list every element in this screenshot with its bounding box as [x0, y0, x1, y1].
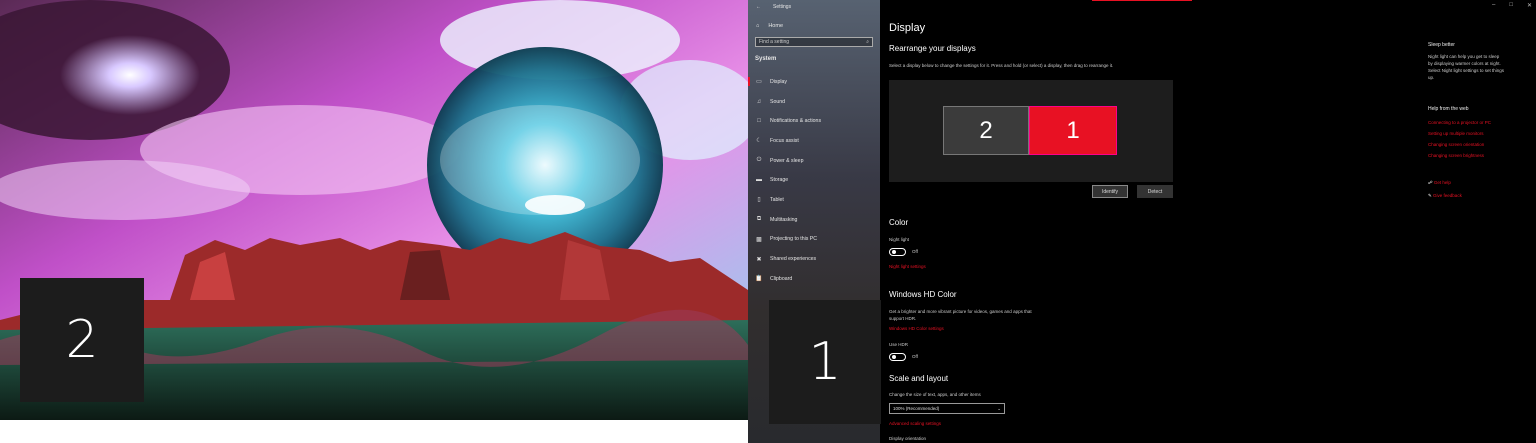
window-controls: – □ ✕: [1492, 2, 1532, 9]
hdr-state: Off: [912, 354, 918, 359]
hd-color-settings-link[interactable]: Windows HD Color settings: [889, 326, 944, 331]
help-link-multiple-monitors[interactable]: Setting up multiple monitors: [1428, 131, 1484, 136]
scale-description: Change the size of text, apps, and other…: [889, 392, 981, 397]
hd-color-description-1: Get a brighter and more vibrant picture …: [889, 309, 1032, 314]
scale-value: 100% (Recommended): [893, 406, 940, 411]
sleep-better-text-1: Night light can help you get to sleep: [1428, 54, 1500, 59]
back-arrow-icon[interactable]: ←: [756, 4, 761, 10]
sidebar-item-label: Multitasking: [770, 216, 798, 223]
monitor-tile-1[interactable]: 1: [1029, 106, 1117, 155]
identify-overlay-display-1: 1: [769, 300, 881, 424]
search-input[interactable]: Find a setting ⌕: [755, 37, 873, 47]
minimize-icon[interactable]: –: [1492, 2, 1495, 9]
sidebar-item-power-sleep[interactable]: ⏻ Power & sleep: [748, 151, 880, 171]
sidebar-item-focus-assist[interactable]: ☾ Focus assist: [748, 131, 880, 151]
maximize-icon[interactable]: □: [1509, 2, 1513, 9]
speaker-icon: ♫: [756, 98, 762, 105]
multitasking-icon: ⧉: [756, 216, 762, 223]
detect-button[interactable]: Detect: [1137, 185, 1173, 198]
sidebar-item-label: Projecting to this PC: [770, 236, 817, 243]
chevron-down-icon: ⌄: [997, 405, 1001, 411]
sidebar-item-multitasking[interactable]: ⧉ Multitasking: [748, 210, 880, 230]
sidebar-section-title: System: [755, 56, 777, 62]
identify-overlay-display-2: 2: [20, 278, 144, 402]
identify-button[interactable]: Identify: [1092, 185, 1128, 198]
shared-icon: ✖: [756, 256, 762, 263]
hd-color-description-2: support HDR.: [889, 316, 917, 321]
clipboard-icon: 📋: [755, 276, 763, 283]
sidebar-home[interactable]: ⌂ Home: [748, 14, 880, 29]
accent-line: [1092, 0, 1192, 1]
home-icon: ⌂: [756, 23, 760, 29]
monitor-icon: ▭: [756, 79, 762, 86]
advanced-scaling-link[interactable]: Advanced scaling settings: [889, 421, 941, 426]
sidebar-item-label: Power & sleep: [770, 157, 804, 164]
sidebar-item-label: Shared experiences: [770, 256, 817, 263]
power-icon: ⏻: [756, 157, 762, 164]
display-settings-page: – □ ✕ Display Rearrange your displays Se…: [880, 0, 1536, 443]
sidebar-item-label: Sound: [770, 98, 786, 105]
sidebar-item-tablet[interactable]: ▯ Tablet: [748, 190, 880, 210]
give-feedback-label: Give feedback: [1433, 193, 1462, 198]
get-help-label: Get help: [1433, 180, 1451, 185]
page-title: Display: [889, 22, 926, 34]
hd-color-heading: Windows HD Color: [889, 290, 957, 299]
sidebar-item-storage[interactable]: ▬ Storage: [748, 170, 880, 190]
sleep-better-text-2: by displaying warmer colors at night.: [1428, 61, 1501, 66]
search-placeholder: Find a setting: [759, 39, 790, 45]
sidebar-item-sound[interactable]: ♫ Sound: [748, 92, 880, 112]
orientation-label: Display orientation: [889, 436, 927, 441]
help-icon: ☍: [1428, 180, 1433, 185]
notification-icon: □: [757, 118, 761, 125]
projector-icon: ▩: [756, 236, 762, 243]
search-icon: ⌕: [866, 39, 869, 45]
close-icon[interactable]: ✕: [1527, 2, 1532, 9]
tablet-icon: ▯: [757, 197, 761, 204]
scale-dropdown[interactable]: 100% (Recommended) ⌄: [889, 403, 1005, 414]
home-label: Home: [768, 23, 783, 29]
app-title: Settings: [773, 4, 792, 10]
sidebar-item-label: Focus assist: [770, 137, 799, 144]
color-heading: Color: [889, 218, 909, 227]
sidebar-item-label: Display: [770, 78, 788, 85]
give-feedback-link[interactable]: ✎ Give feedback: [1428, 193, 1462, 199]
sidebar-item-label: Storage: [770, 177, 789, 184]
sidebar-item-clipboard[interactable]: 📋 Clipboard: [748, 269, 880, 289]
help-from-web-heading: Help from the web: [1428, 106, 1469, 112]
hdr-label: Use HDR: [889, 342, 909, 347]
help-link-orientation[interactable]: Changing screen orientation: [1428, 142, 1484, 147]
display-2-bottom-edge: [0, 420, 748, 443]
get-help-link[interactable]: ☍ Get help: [1428, 180, 1451, 186]
sidebar-nav: ▭ Display ♫ Sound □ Notifications & actions…: [748, 72, 880, 289]
sidebar-item-label: Notifications & actions: [770, 118, 822, 125]
sidebar-item-label: Clipboard: [770, 275, 793, 282]
sleep-better-heading: Sleep better: [1428, 42, 1455, 48]
feedback-icon: ✎: [1428, 193, 1432, 198]
night-light-toggle[interactable]: [889, 248, 906, 256]
sleep-better-text-3: Select Night light settings to set thing…: [1428, 68, 1505, 73]
monitor-tile-2[interactable]: 2: [943, 106, 1029, 155]
night-light-label: Night light: [889, 237, 910, 242]
sidebar-item-projecting[interactable]: ▩ Projecting to this PC: [748, 230, 880, 250]
scale-layout-heading: Scale and layout: [889, 374, 949, 383]
sleep-better-text-4: up.: [1428, 75, 1435, 80]
rearrange-description: Select a display below to change the set…: [889, 63, 1114, 68]
rearrange-heading: Rearrange your displays: [889, 44, 976, 53]
settings-titlebar: ← Settings: [748, 0, 880, 14]
help-link-projector[interactable]: Connecting to a projector or PC: [1428, 120, 1491, 125]
sidebar-item-shared-experiences[interactable]: ✖ Shared experiences: [748, 249, 880, 269]
hdr-toggle[interactable]: [889, 353, 906, 361]
help-link-brightness[interactable]: Changing screen brightness: [1428, 153, 1484, 158]
sidebar-item-display[interactable]: ▭ Display: [748, 72, 880, 92]
display-arrangement-area[interactable]: 2 1: [889, 80, 1173, 182]
sidebar-item-label: Tablet: [770, 196, 784, 203]
moon-icon: ☾: [756, 138, 762, 145]
night-light-settings-link[interactable]: Night light settings: [889, 264, 926, 269]
night-light-state: Off: [912, 249, 918, 254]
storage-icon: ▬: [756, 177, 762, 184]
sidebar-item-notifications[interactable]: □ Notifications & actions: [748, 111, 880, 131]
